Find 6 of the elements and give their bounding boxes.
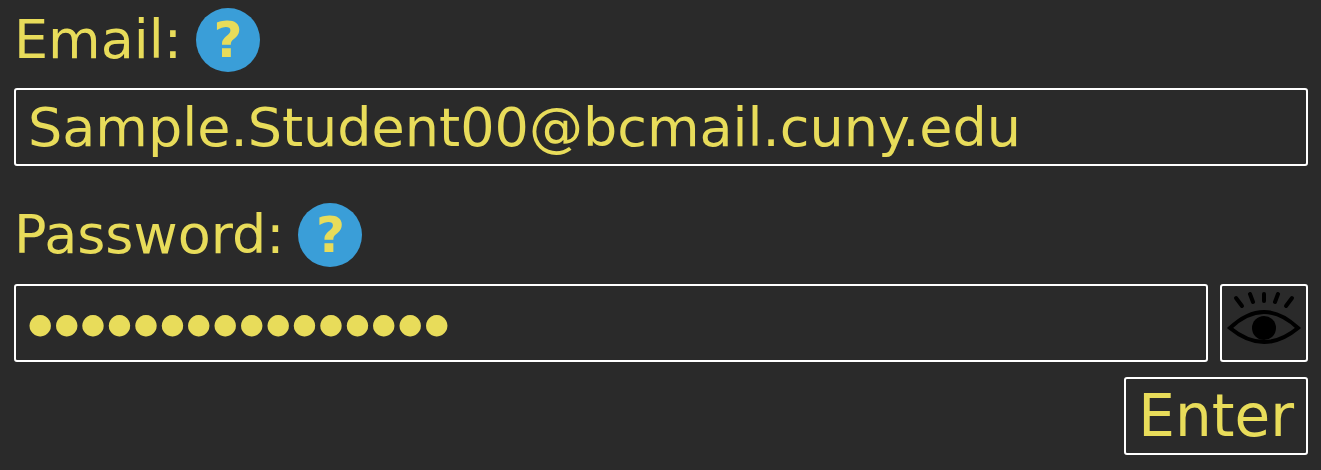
email-field[interactable]: Sample.Student00@bcmail.cuny.edu: [14, 88, 1308, 166]
enter-button[interactable]: Enter: [1124, 377, 1308, 455]
password-field[interactable]: ●●●●●●●●●●●●●●●●: [14, 284, 1208, 362]
email-label: Email:: [14, 13, 182, 67]
show-password-button[interactable]: [1220, 284, 1308, 362]
password-label: Password:: [14, 208, 285, 262]
